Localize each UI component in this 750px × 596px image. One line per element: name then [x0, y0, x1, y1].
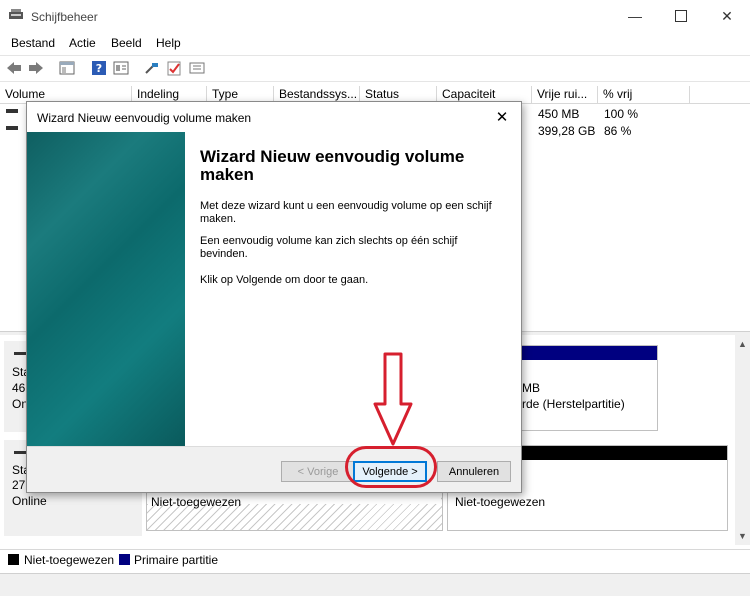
wizard-title: Wizard Nieuw eenvoudig volume maken [37, 111, 252, 125]
legend-primary: Primaire partitie [134, 553, 219, 567]
row2-pct-free: 86 % [604, 124, 632, 138]
row1-pct-free: 100 % [604, 107, 639, 121]
column-pct-vrij[interactable]: % vrij [598, 86, 690, 103]
menu-bestand[interactable]: Bestand [11, 36, 55, 50]
status-bar [0, 573, 750, 596]
legend-swatch-primary [119, 554, 130, 565]
disk2-size: 27 [12, 478, 26, 492]
cancel-button[interactable]: Annuleren [437, 461, 511, 482]
row1-free-space: 450 MB [538, 107, 580, 121]
disk2-icon [14, 451, 26, 454]
disk2-unallocated-right-label: Niet-toegewezen [455, 495, 546, 509]
svg-text:?: ? [96, 62, 102, 75]
menu-beeld[interactable]: Beeld [111, 36, 142, 50]
scroll-down-icon[interactable]: ▼ [738, 531, 747, 541]
annotation-arrow-icon [373, 352, 413, 446]
menu-actie[interactable]: Actie [69, 36, 96, 50]
disk1-partition-size: MB [522, 381, 540, 395]
properties-icon[interactable] [113, 60, 129, 76]
minimize-icon: — [628, 8, 642, 24]
wizard-paragraph-2: Een eenvoudig volume kan zich slechts op… [200, 235, 458, 260]
volume-row-icon [6, 126, 18, 130]
menu-help[interactable]: Help [156, 36, 181, 50]
wizard-paragraph-3: Klik op Volgende om door te gaan. [200, 274, 369, 286]
column-vrije-ruimte[interactable]: Vrije rui... [532, 86, 598, 103]
disk1-icon [14, 352, 26, 355]
volume-row-icon [6, 109, 18, 113]
disk2-status: Online [12, 494, 47, 508]
legend-unallocated: Niet-toegewezen [24, 553, 115, 567]
console-tree-icon[interactable] [59, 60, 75, 76]
disk2-unallocated-left-label: Niet-toegewezen [151, 495, 242, 509]
wizard-close-button[interactable]: ✕ [489, 105, 515, 129]
annotation-highlight-oval [345, 446, 437, 488]
disk1-partition-status: rde (Herstelpartitie) [522, 397, 625, 411]
legend-swatch-unallocated [8, 554, 19, 565]
close-icon: ✕ [495, 109, 509, 126]
back-button[interactable]: < Vorige [281, 461, 355, 482]
wizard-heading: Wizard Nieuw eenvoudig volume maken [200, 147, 465, 184]
maximize-button[interactable] [658, 0, 704, 32]
close-button[interactable]: ✕ [704, 0, 750, 32]
connect-icon[interactable] [144, 60, 160, 76]
vertical-scrollbar[interactable]: ▲ ▼ [735, 335, 750, 545]
help-icon[interactable]: ? [91, 60, 107, 76]
scroll-up-icon[interactable]: ▲ [738, 339, 747, 349]
wizard-divider [27, 446, 521, 447]
disk1-size: 46 [12, 381, 26, 395]
close-icon: ✕ [721, 7, 733, 24]
disk-management-app-icon [9, 9, 23, 19]
wizard-paragraph-1: Met deze wizard kunt u een eenvoudig vol… [200, 200, 492, 225]
window-title: Schijfbeheer [31, 10, 98, 24]
minimize-button[interactable]: — [612, 0, 658, 32]
checklist-icon[interactable] [166, 60, 182, 76]
wizard-side-banner [27, 132, 185, 446]
row2-free-space: 399,28 GB [538, 124, 596, 138]
maximize-icon [675, 10, 687, 22]
forward-arrow-icon[interactable] [28, 60, 44, 76]
wizard-dialog: Wizard Nieuw eenvoudig volume maken ✕ Wi… [26, 101, 522, 493]
back-arrow-icon[interactable] [6, 60, 22, 76]
disk-list-icon[interactable] [189, 60, 205, 76]
